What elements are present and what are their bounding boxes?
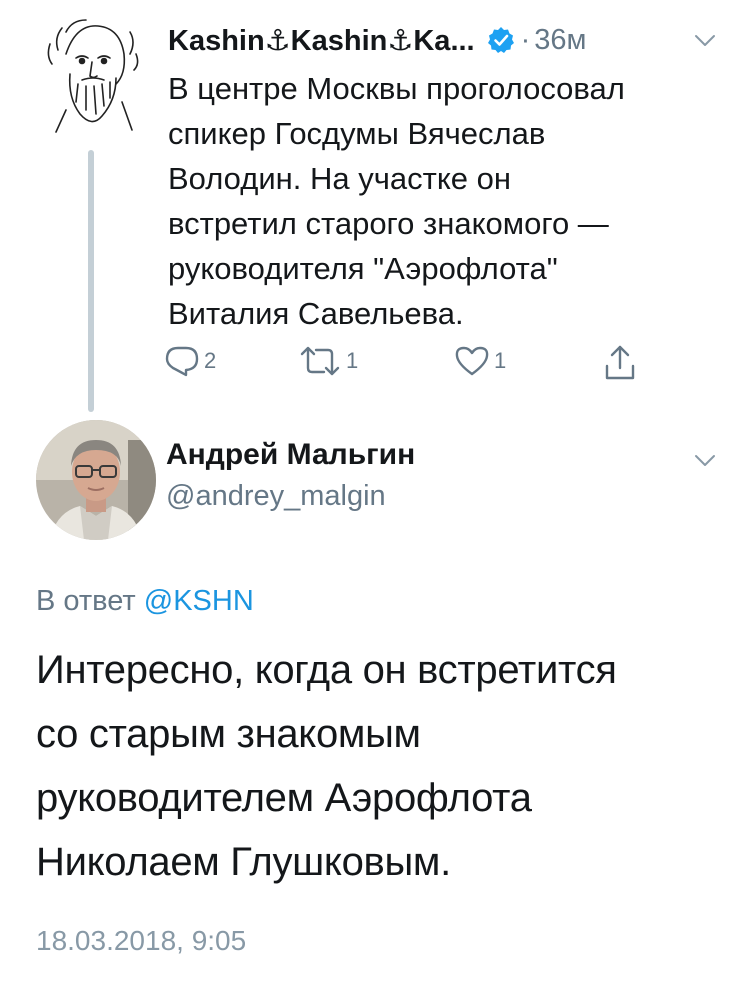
separator-dot: · (520, 23, 531, 56)
main-tweet-text: Интересно, когда он встретится со старым… (36, 648, 617, 884)
retweet-icon (300, 346, 340, 376)
reply-context: В ответ @KSHN (36, 585, 254, 618)
retweet-count: 1 (346, 348, 359, 373)
parent-display-name[interactable]: Kashin⚓Kashin⚓Ka... (168, 23, 475, 58)
tweet-date: 18.03.2018, 9:05 (36, 925, 247, 956)
thread-connector-line (88, 150, 94, 412)
author-handle[interactable]: @andrey_malgin (166, 480, 386, 513)
parent-avatar[interactable] (36, 14, 146, 134)
like-button[interactable]: 1 (454, 344, 506, 378)
author-avatar[interactable] (36, 420, 156, 540)
author-photo (36, 420, 156, 540)
sketch-portrait-image (47, 19, 139, 133)
share-icon (605, 345, 635, 380)
reply-button[interactable]: 2 (164, 344, 216, 378)
parent-timestamp[interactable]: 36м (534, 24, 586, 57)
retweet-button[interactable]: 1 (298, 344, 358, 378)
share-button[interactable] (604, 344, 636, 382)
parent-tweet-text: В центре Москвы проголосовал спикер Госд… (168, 71, 625, 331)
reply-count: 2 (204, 348, 217, 373)
author-display-name[interactable]: Андрей Мальгин (166, 438, 415, 472)
chevron-down-icon[interactable] (694, 34, 716, 48)
verified-badge-icon (487, 27, 514, 53)
reply-prefix: В ответ (36, 585, 136, 617)
like-icon (455, 346, 489, 376)
parent-tweet-header: Kashin⚓Kashin⚓Ka... · 36м (168, 20, 587, 60)
reply-mention-link[interactable]: @KSHN (144, 585, 254, 617)
chevron-down-icon[interactable] (694, 454, 716, 468)
reply-icon (165, 346, 199, 377)
like-count: 1 (494, 348, 507, 373)
